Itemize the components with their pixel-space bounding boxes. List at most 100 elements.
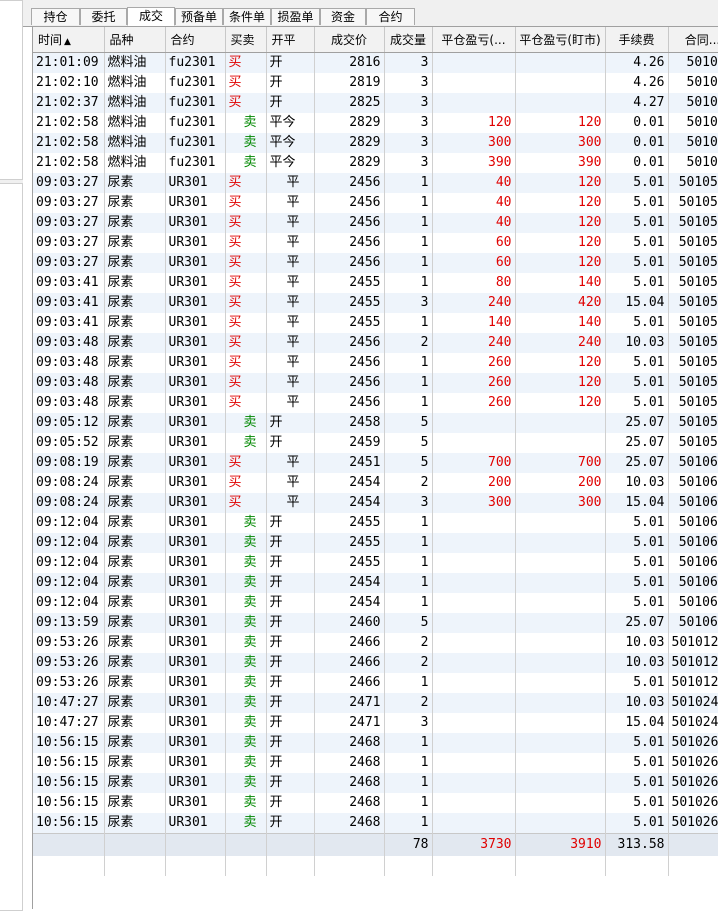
cell-close-pnl-mtm xyxy=(515,413,606,433)
table-row[interactable]: 09:12:04尿素UR301卖开24551 5.015010642 xyxy=(33,553,718,573)
col-header-side[interactable]: 买卖 xyxy=(225,27,267,53)
cell-product: 尿素 xyxy=(104,773,166,793)
tab-funds[interactable]: 资金 xyxy=(320,8,366,25)
col-header-price[interactable]: 成交价 xyxy=(314,27,385,53)
tab-contracts[interactable]: 合约 xyxy=(366,8,415,25)
cell-side: 卖 xyxy=(225,793,267,813)
table-row[interactable]: 21:02:58燃料油fu2301卖平今282931201200.0150104… xyxy=(33,113,718,133)
cell-contract-no: 501041 xyxy=(668,133,718,153)
cell-volume: 3 xyxy=(384,153,433,173)
cell-volume: 5 xyxy=(384,453,433,473)
cell-product: 尿素 xyxy=(104,593,166,613)
table-row[interactable]: 09:12:04尿素UR301卖开24551 5.015010642 xyxy=(33,513,718,533)
table-row[interactable]: 21:02:58燃料油fu2301卖平今282933903900.0150104… xyxy=(33,153,718,173)
cell-offset: 平今 xyxy=(266,113,315,133)
table-row[interactable]: 09:03:48尿素UR301买平245612601205.015010579 xyxy=(33,393,718,413)
col-header-volume[interactable]: 成交量 xyxy=(384,27,433,53)
total-empty-cell xyxy=(668,833,718,856)
cell-side: 卖 xyxy=(225,113,267,133)
col-header-close-pnl[interactable]: 平仓盈亏(... xyxy=(432,27,516,53)
cell-close-pnl-mtm xyxy=(515,613,606,633)
cell-close-pnl-mtm xyxy=(515,553,606,573)
table-row[interactable]: 09:08:19尿素UR301买平2451570070025.075010616 xyxy=(33,453,718,473)
table-row[interactable]: 09:03:48尿素UR301买平245612601205.015010579 xyxy=(33,353,718,373)
table-row[interactable]: 09:13:59尿素UR301卖开24605 25.075010653 xyxy=(33,613,718,633)
cell-fee: 15.04 xyxy=(605,713,669,733)
cell-volume: 1 xyxy=(384,173,433,193)
cell-offset: 平今 xyxy=(266,133,315,153)
table-row[interactable]: 21:02:58燃料油fu2301卖平今282933003000.0150104… xyxy=(33,133,718,153)
cell-contract-no: 50102689 xyxy=(668,773,718,793)
col-header-contract-no[interactable]: 合同... xyxy=(668,27,718,53)
col-header-close-pnl-mtm[interactable]: 平仓盈亏(盯市) xyxy=(515,27,606,53)
cell-price: 2829 xyxy=(314,133,385,153)
table-row[interactable]: 09:05:52尿素UR301卖开24595 25.075010595 xyxy=(33,433,718,453)
cell-close-pnl-mtm xyxy=(515,653,606,673)
trades-grid[interactable]: 时间 ▲ 品种 合约 买卖 开平 成交价 成交量 平仓盈亏(... 平仓盈亏(盯市… xyxy=(32,27,718,909)
cell-offset: 平 xyxy=(266,213,315,233)
table-row[interactable]: 09:08:24尿素UR301买平2454220020010.035010616 xyxy=(33,473,718,493)
table-row[interactable]: 21:02:37燃料油fu2301买开28253 4.27501039 xyxy=(33,93,718,113)
table-row[interactable]: 09:03:41尿素UR301买平24551801405.015010578 xyxy=(33,273,718,293)
table-row[interactable]: 10:56:15尿素UR301卖开24681 5.0150102689 xyxy=(33,753,718,773)
table-row[interactable]: 10:47:27尿素UR301卖开24712 10.0350102492 xyxy=(33,693,718,713)
cell-fee: 5.01 xyxy=(605,273,669,293)
tab-trades[interactable]: 成交 xyxy=(127,7,175,26)
cell-time: 09:12:04 xyxy=(33,593,105,613)
table-row[interactable]: 10:56:15尿素UR301卖开24681 5.0150102689 xyxy=(33,773,718,793)
cell-close-pnl-mtm: 200 xyxy=(515,473,606,493)
table-row[interactable]: 09:03:27尿素UR301买平24561401205.015010578 xyxy=(33,213,718,233)
table-row[interactable]: 09:03:48尿素UR301买平245612601205.015010579 xyxy=(33,373,718,393)
cell-offset: 平 xyxy=(266,173,315,193)
tab-prepared-orders[interactable]: 预备单 xyxy=(175,8,223,25)
col-header-time[interactable]: 时间 ▲ xyxy=(33,27,105,53)
cell-time: 09:03:41 xyxy=(33,313,105,333)
col-header-contract[interactable]: 合约 xyxy=(165,27,226,53)
table-row[interactable]: 10:47:27尿素UR301卖开24713 15.0450102492 xyxy=(33,713,718,733)
col-header-fee[interactable]: 手续费 xyxy=(605,27,669,53)
table-row[interactable]: 09:05:12尿素UR301卖开24585 25.075010591 xyxy=(33,413,718,433)
cell-time: 21:02:58 xyxy=(33,113,105,133)
cell-close-pnl: 120 xyxy=(432,113,516,133)
cell-close-pnl-mtm xyxy=(515,52,606,73)
cell-fee: 5.01 xyxy=(605,753,669,773)
table-row[interactable]: 21:02:10燃料油fu2301买开28193 4.26501036 xyxy=(33,73,718,93)
cell-contract: UR301 xyxy=(165,473,226,493)
cell-volume: 3 xyxy=(384,293,433,313)
table-row[interactable]: 09:12:04尿素UR301卖开24541 5.015010642 xyxy=(33,593,718,613)
cell-close-pnl-mtm xyxy=(515,713,606,733)
table-row[interactable]: 09:53:26尿素UR301卖开24661 5.0150101277 xyxy=(33,673,718,693)
cell-time: 09:03:41 xyxy=(33,293,105,313)
tab-positions[interactable]: 持仓 xyxy=(31,8,80,25)
table-row[interactable]: 09:03:41尿素UR301买平2455324042015.045010578 xyxy=(33,293,718,313)
cell-contract: UR301 xyxy=(165,453,226,473)
table-row[interactable]: 09:03:27尿素UR301买平24561601205.015010578 xyxy=(33,233,718,253)
table-row[interactable]: 09:53:26尿素UR301卖开24662 10.0350101277 xyxy=(33,653,718,673)
table-row[interactable]: 09:03:41尿素UR301买平245511401405.015010578 xyxy=(33,313,718,333)
col-header-product[interactable]: 品种 xyxy=(104,27,166,53)
tab-orders[interactable]: 委托 xyxy=(80,8,127,25)
table-row[interactable]: 09:03:48尿素UR301买平2456224024010.035010579 xyxy=(33,333,718,353)
cell-time: 09:08:24 xyxy=(33,493,105,513)
table-row[interactable]: 09:53:26尿素UR301卖开24662 10.0350101277 xyxy=(33,633,718,653)
tab-stop-profit-orders[interactable]: 损盈单 xyxy=(271,8,320,25)
table-row[interactable]: 10:56:15尿素UR301卖开24681 5.0150102689 xyxy=(33,733,718,753)
col-header-offset[interactable]: 开平 xyxy=(266,27,315,53)
table-row[interactable]: 10:56:15尿素UR301卖开24681 5.0150102689 xyxy=(33,793,718,813)
table-row[interactable]: 21:01:09燃料油fu2301买开28163 4.26501030 xyxy=(33,52,718,73)
cell-side: 卖 xyxy=(225,533,267,553)
table-row[interactable]: 09:12:04尿素UR301卖开24551 5.015010642 xyxy=(33,533,718,553)
cell-close-pnl-mtm xyxy=(515,733,606,753)
cell-side: 买 xyxy=(225,52,267,73)
table-row[interactable]: 09:03:27尿素UR301买平24561601205.015010578 xyxy=(33,253,718,273)
cell-volume: 1 xyxy=(384,553,433,573)
cell-time: 09:12:04 xyxy=(33,553,105,573)
cell-offset: 开 xyxy=(266,593,315,613)
table-row[interactable]: 09:03:27尿素UR301买平24561401205.015010578 xyxy=(33,173,718,193)
cell-close-pnl-mtm xyxy=(515,593,606,613)
tab-conditional-orders[interactable]: 条件单 xyxy=(223,8,271,25)
table-row[interactable]: 10:56:15尿素UR301卖开24681 5.0150102689 xyxy=(33,813,718,834)
table-row[interactable]: 09:08:24尿素UR301买平2454330030015.045010616 xyxy=(33,493,718,513)
table-row[interactable]: 09:12:04尿素UR301卖开24541 5.015010642 xyxy=(33,573,718,593)
table-row[interactable]: 09:03:27尿素UR301买平24561401205.015010578 xyxy=(33,193,718,213)
